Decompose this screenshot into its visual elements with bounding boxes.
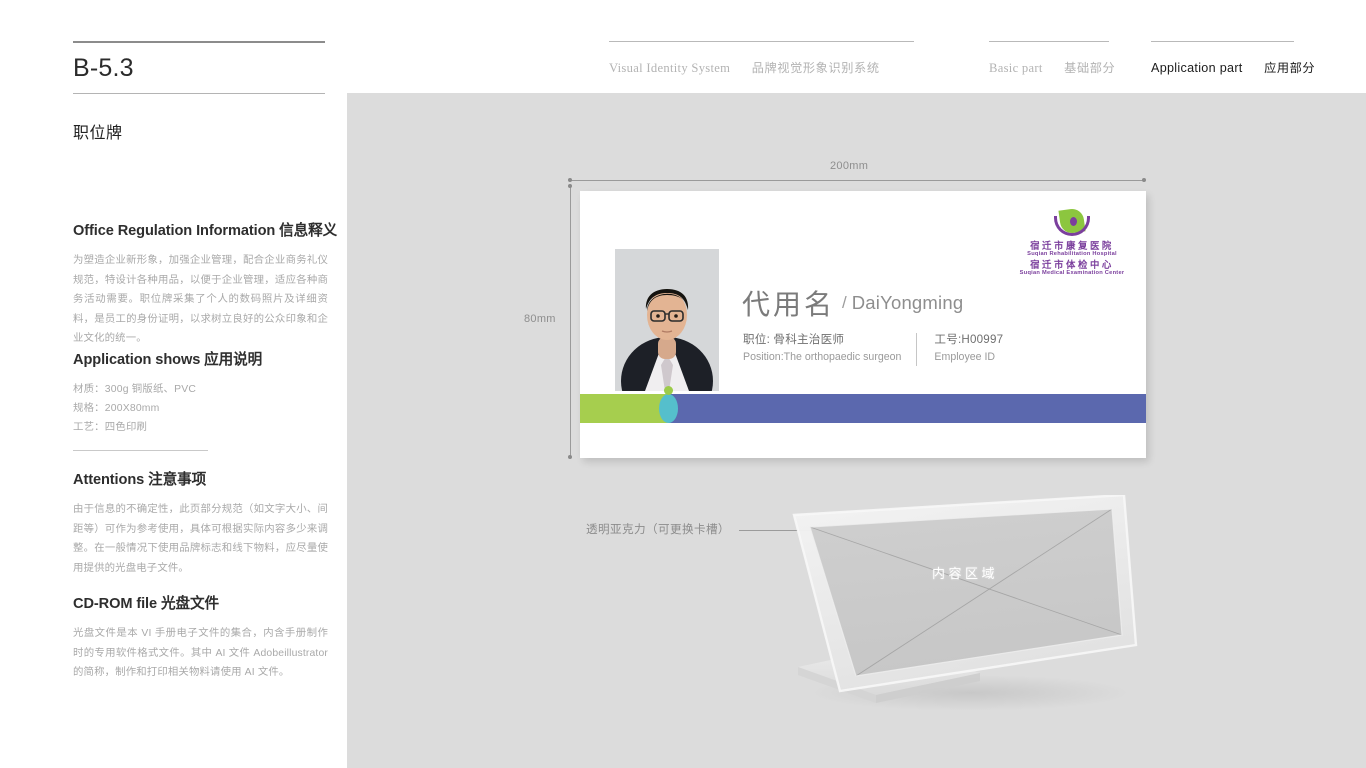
spec-material: 材质：300g 铜版纸、PVC <box>73 384 197 395</box>
dimension-width-label: 200mm <box>830 160 869 172</box>
block-attentions: Attentions 注意事项 由于信息的不确定性，此页部分规范（如文字大小、间… <box>73 468 331 578</box>
nav-application-part[interactable]: Application part 应用部分 <box>1151 41 1315 77</box>
logo-line-2: 宿迁市体检中心 Suqian Medical Examination Cente… <box>1010 258 1134 276</box>
employee-meta: 职位: 骨科主治医师 Position:The orthopaedic surg… <box>743 331 1003 366</box>
dimension-dot-left <box>568 178 572 182</box>
rule-divider <box>73 450 208 451</box>
logo-line-1: 宿迁市康复医院 Suqian Rehabilitation Hospital <box>1010 241 1134 257</box>
bar-dot-icon <box>664 386 673 395</box>
spec-size: 规格：200X80mm <box>73 403 160 415</box>
block-cdrom-file: CD-ROM file 光盘文件 光盘文件是本 VI 手册电子文件的集合，内含手… <box>73 592 331 683</box>
dimension-height-label: 80mm <box>524 313 556 325</box>
nav-basic-part-en: Basic part <box>989 61 1043 75</box>
position-cn: 职位: 骨科主治医师 <box>743 333 845 346</box>
bar-segment-green <box>580 394 668 423</box>
block-attentions-body: 由于信息的不确定性，此页部分规范（如文字大小、间距等）可作为参考使用，具体可根据… <box>73 504 328 574</box>
block-office-regulation: Office Regulation Information 信息释义 为塑造企业… <box>73 219 338 349</box>
block-office-regulation-heading: Office Regulation Information 信息释义 <box>73 223 338 239</box>
nav-rule <box>989 41 1109 42</box>
dimension-dot-right <box>1142 178 1146 182</box>
block-cdrom-file-heading: CD-ROM file 光盘文件 <box>73 596 219 612</box>
acrylic-callout-label: 透明亚克力（可更换卡槽） <box>586 523 730 536</box>
page-code: B-5.3 <box>73 54 134 82</box>
employee-name-en: DaiYongming <box>851 292 964 313</box>
dimension-dot-top <box>568 184 572 188</box>
employee-name: 代用名 / DaiYongming <box>742 283 963 323</box>
meta-divider <box>916 333 918 366</box>
employee-id-column: 工号:H00997 Employee ID <box>934 331 1003 366</box>
spec-process: 工艺：四色印刷 <box>73 422 148 434</box>
employee-photo <box>615 249 719 391</box>
acrylic-stand: 内容区域 <box>780 495 1140 715</box>
page-code-block: B-5.3 <box>73 41 325 94</box>
logo-mark-icon <box>1052 207 1092 237</box>
nav-basic-part[interactable]: Basic part 基础部分 <box>989 41 1115 77</box>
block-cdrom-file-body: 光盘文件是本 VI 手册电子文件的集合，内含手册制作时的专用软件格式文件。其中 … <box>73 628 328 679</box>
brand-color-bar <box>580 386 1146 423</box>
block-application-shows: Application shows 应用说明 材质：300g 铜版纸、PVC 规… <box>73 348 331 438</box>
block-attentions-heading: Attentions 注意事项 <box>73 472 207 488</box>
id-card-preview: 代用名 / DaiYongming 职位: 骨科主治医师 Position:The … <box>580 191 1146 458</box>
nav-application-part-cn: 应用部分 <box>1264 61 1316 75</box>
logo-line2-cn: 宿迁市体检中心 <box>1030 258 1114 270</box>
bar-segment-blue <box>668 394 1146 423</box>
position-en: Position:The orthopaedic surgeon <box>743 350 902 363</box>
employee-name-cn: 代用名 <box>742 289 836 320</box>
nav-rule <box>1151 41 1294 42</box>
nav-visual-identity-cn: 品牌视觉形象识别系统 <box>751 61 880 75</box>
block-office-regulation-body: 为塑造企业新形象，加强企业管理，配合企业商务礼仪规范，特设计各种用品，以便于企业… <box>73 255 328 345</box>
logo-line1-cn: 宿迁市康复医院 <box>1030 240 1114 251</box>
employee-id-cn: 工号:H00997 <box>934 333 1004 346</box>
logo-line1-en: Suqian Rehabilitation Hospital <box>1027 250 1117 257</box>
dimension-width-line <box>570 180 1144 181</box>
dimension-dot-bottom <box>568 455 572 459</box>
logo-line2-en: Suqian Medical Examination Center <box>1019 269 1125 276</box>
hospital-logo: 宿迁市康复医院 Suqian Rehabilitation Hospital 宿… <box>1010 207 1134 285</box>
acrylic-content-area-label: 内容区域 <box>932 566 999 581</box>
nav-application-part-en: Application part <box>1151 61 1243 75</box>
nav-rule <box>609 41 914 42</box>
employee-id-en: Employee ID <box>934 350 996 363</box>
position-column: 职位: 骨科主治医师 Position:The orthopaedic surg… <box>743 331 901 366</box>
bar-leaf-icon <box>659 394 678 423</box>
rule-under-code <box>73 93 325 94</box>
name-separator: / <box>842 293 847 312</box>
sidebar: B-5.3 职位牌 Office Regulation Information … <box>73 0 338 768</box>
nav-visual-identity-en: Visual Identity System <box>609 61 731 75</box>
block-application-shows-heading: Application shows 应用说明 <box>73 352 263 368</box>
nav-basic-part-cn: 基础部分 <box>1064 61 1116 75</box>
person-head-icon <box>1069 217 1077 226</box>
dimension-height-line <box>570 186 571 458</box>
page-title: 职位牌 <box>73 125 123 142</box>
nav-visual-identity: Visual Identity System 品牌视觉形象识别系统 <box>609 41 914 77</box>
vi-manual-page: Visual Identity System 品牌视觉形象识别系统 Basic … <box>0 0 1366 768</box>
